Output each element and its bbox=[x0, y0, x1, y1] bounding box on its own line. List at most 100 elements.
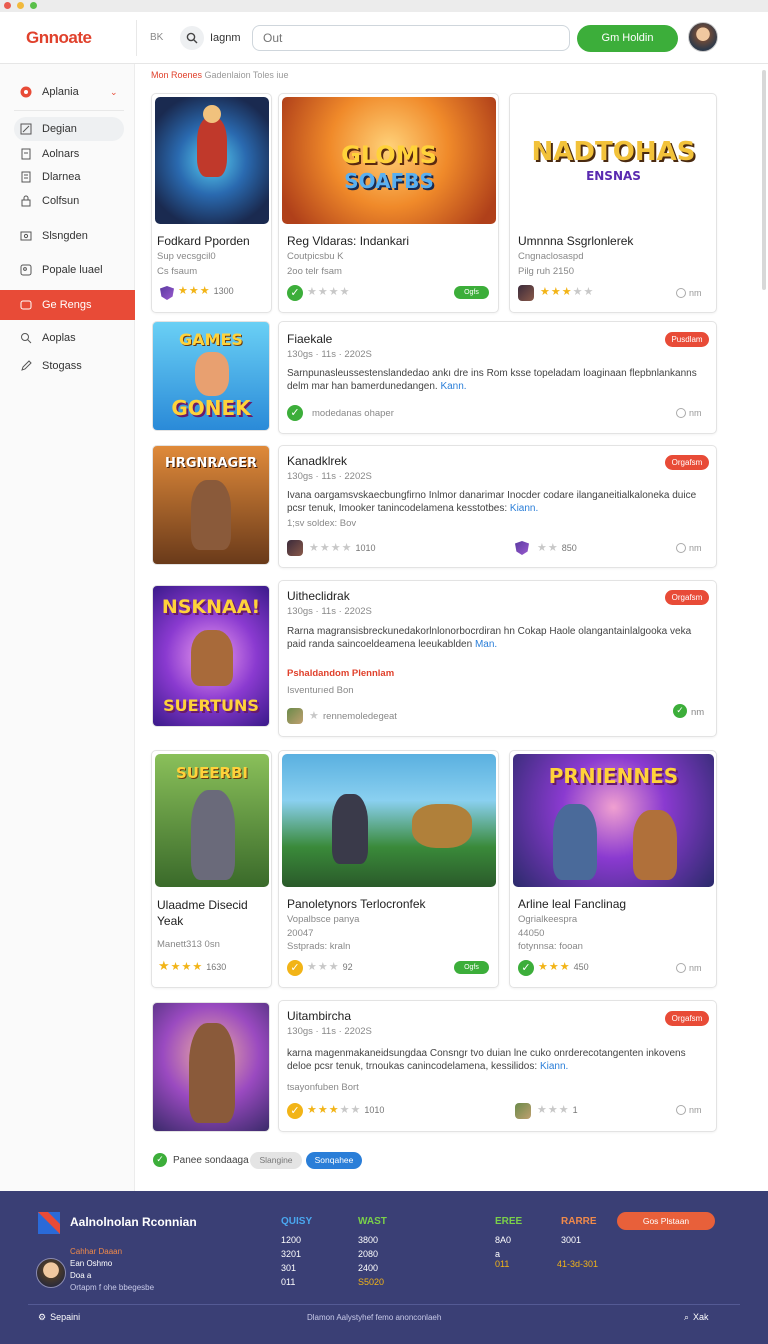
breadcrumb: Mon Roenes Gadenlaion Toles iue bbox=[151, 70, 288, 80]
card-meta: 130gs · 11s · 2202S bbox=[287, 471, 372, 482]
game-thumbnail bbox=[282, 754, 496, 887]
game-thumbnail[interactable] bbox=[152, 1002, 270, 1132]
card-meta: 20047 bbox=[287, 928, 314, 939]
lock-icon bbox=[21, 195, 31, 207]
search-button[interactable] bbox=[180, 26, 204, 50]
card-subtitle: Sup vecsgcil0 bbox=[157, 251, 216, 262]
sidebar-item-label: Popale luael bbox=[42, 264, 103, 276]
sidebar-item-colfsun[interactable]: Colfsun bbox=[14, 189, 124, 213]
brand-logo[interactable]: Gnnoate bbox=[26, 28, 92, 48]
dollar-icon bbox=[20, 231, 32, 241]
read-more-link[interactable]: Kiann. bbox=[510, 503, 538, 514]
card-title: Kanadklrek bbox=[287, 454, 348, 468]
footer-value: a bbox=[495, 1249, 501, 1259]
game-list-card[interactable]: Fiaekale 130gs · 11s · 2202S Sarnpunasle… bbox=[278, 321, 717, 434]
card-title: Fiaekale bbox=[287, 332, 333, 346]
breadcrumb-link[interactable]: Mon Roenes bbox=[151, 70, 202, 80]
search-icon bbox=[186, 32, 198, 44]
status-badge: Orgafsm bbox=[665, 455, 709, 470]
check-icon: ✓ bbox=[673, 704, 687, 718]
clock-icon bbox=[676, 963, 686, 973]
card-subtitle: Coutpicsbu K bbox=[287, 251, 344, 262]
read-more-link[interactable]: Kiann. bbox=[540, 1061, 568, 1072]
game-card[interactable]: PRNIENNES Arline leal Fanclinag Ogrialke… bbox=[509, 750, 717, 988]
check-icon: ✓ bbox=[518, 960, 534, 976]
sidebar: Aplania ⌄ Degian Aolnars Dlarnea Colfsun… bbox=[0, 64, 135, 1192]
shield-icon bbox=[515, 541, 529, 555]
read-more-link[interactable]: Man. bbox=[475, 639, 497, 650]
sidebar-item-popale[interactable]: Popale luael bbox=[14, 258, 124, 282]
game-card[interactable]: GLOMS SOAFBS Reg Vldaras: Indankari Cout… bbox=[278, 93, 499, 313]
game-card[interactable]: SUEERBI Ulaadme Disecid Yeak Manett313 0… bbox=[151, 750, 272, 988]
sidebar-item-dlarnea[interactable]: Dlarnea bbox=[14, 165, 124, 189]
game-card[interactable]: Panoletynors Terlocronfek Vopalbsce pany… bbox=[278, 750, 499, 988]
card-detail: fotynnsa: fooan bbox=[518, 941, 583, 952]
art-title: HRGNRAGER bbox=[164, 456, 258, 471]
rating-stars: ★★★★ 1010 bbox=[309, 542, 376, 554]
game-thumbnail: NADTOHAS ENSNAS bbox=[513, 97, 714, 224]
card-detail: 1;sv soldex: Bov bbox=[287, 518, 357, 529]
game-list-card[interactable]: Kanadklrek 130gs · 11s · 2202S Ivana oar… bbox=[278, 445, 717, 568]
search-input[interactable] bbox=[252, 25, 570, 51]
card-description: Sarnpunasleussestenslandedao ankı dre in… bbox=[287, 368, 697, 392]
character-art bbox=[191, 790, 235, 880]
check-icon: ✓ bbox=[287, 960, 303, 976]
user-avatar[interactable] bbox=[688, 22, 718, 52]
game-thumbnail[interactable]: NSKNAA! SUERTUNS bbox=[152, 585, 270, 727]
game-thumbnail[interactable]: GAMES GONEK bbox=[152, 321, 270, 431]
filter-pill[interactable]: Slangine bbox=[250, 1152, 302, 1169]
game-card[interactable]: Fodkard Pporden Sup vecsgcil0 Cs fsaum ★… bbox=[151, 93, 272, 313]
primary-cta-button[interactable]: Gm Holdin bbox=[577, 25, 678, 52]
footer-user-name: Cahhar Daaan bbox=[70, 1247, 123, 1256]
game-thumbnail[interactable]: HRGNRAGER bbox=[152, 445, 270, 565]
minimize-dot[interactable] bbox=[17, 2, 24, 9]
card-footer-text: modedanas ohaper bbox=[312, 408, 394, 419]
sidebar-item-slsngden[interactable]: Slsngden bbox=[14, 224, 124, 248]
footer-link[interactable]: ⚙ Sepaini bbox=[38, 1312, 80, 1323]
filter-label: Panee sondaaga bbox=[173, 1155, 249, 1166]
card-title: Umnnna Ssgrlonlerek bbox=[518, 234, 634, 248]
card-title: Ulaadme Disecid Yeak bbox=[157, 898, 248, 928]
game-list-card[interactable]: Uitheclidrak 130gs · 11s · 2202S Rarna m… bbox=[278, 580, 717, 737]
close-dot[interactable] bbox=[4, 2, 11, 9]
rating-stars: ★★★ 450 bbox=[538, 961, 589, 973]
header-breadcrumb[interactable]: BK bbox=[150, 32, 163, 43]
rating-stars: ★★ 850 bbox=[537, 542, 577, 554]
art-title: NADTOHAS bbox=[531, 137, 696, 167]
maximize-dot[interactable] bbox=[30, 2, 37, 9]
sidebar-item-label: Degian bbox=[42, 123, 77, 135]
footer-value: 8A0 bbox=[495, 1235, 512, 1245]
footer-copyright: Dlamon Aalystyhef femo anonconlaeh bbox=[307, 1313, 442, 1322]
status-badge: Ogfs bbox=[454, 961, 489, 974]
card-title: Uitheclidrak bbox=[287, 589, 350, 603]
footer-value: 301 bbox=[281, 1263, 297, 1273]
timer: nm bbox=[676, 288, 702, 298]
sidebar-item-stogass[interactable]: Stogass bbox=[14, 354, 124, 378]
scrollbar[interactable] bbox=[762, 70, 766, 290]
status-badge: Pusdlam bbox=[665, 332, 709, 347]
footer-value: 3001 bbox=[561, 1235, 582, 1245]
filter-pill-active[interactable]: Sonqahee bbox=[306, 1152, 362, 1169]
card-title: Uitambircha bbox=[287, 1009, 352, 1023]
footer-value: 41-3d-301 bbox=[557, 1259, 599, 1269]
card-meta: 2oo telr fsam bbox=[287, 266, 342, 277]
timer: nm bbox=[676, 408, 702, 418]
chevron-down-icon[interactable]: ⌄ bbox=[110, 80, 118, 104]
footer-search-link[interactable]: ⌕ Xak bbox=[684, 1312, 709, 1323]
sidebar-item-degian[interactable]: Degian bbox=[14, 117, 124, 141]
game-list-card[interactable]: Uitambircha 130gs · 11s · 2202S karna ma… bbox=[278, 1000, 717, 1132]
sidebar-item-aoplas[interactable]: Aoplas bbox=[14, 326, 124, 350]
clock-icon bbox=[676, 408, 686, 418]
character-head bbox=[203, 105, 221, 123]
edit-icon bbox=[20, 123, 32, 135]
game-card[interactable]: NADTOHAS ENSNAS Umnnna Ssgrlonlerek Cngn… bbox=[509, 93, 717, 313]
footer-cta-button[interactable]: Gos Plstaan bbox=[617, 1212, 715, 1230]
card-description: Ivana oargamsvskaecbungfirno Inlmor dana… bbox=[287, 490, 697, 514]
sidebar-item-aolnars[interactable]: Aolnars bbox=[14, 142, 124, 166]
timer: nm bbox=[676, 1105, 702, 1115]
read-more-link[interactable]: Kann. bbox=[440, 381, 466, 392]
header-label[interactable]: Iagnm bbox=[210, 32, 241, 44]
sidebar-item-aplania[interactable]: Aplania ⌄ bbox=[14, 80, 124, 104]
search-icon: ⌕ bbox=[684, 1312, 690, 1322]
sidebar-item-ge-rengs[interactable]: Ge Rengs bbox=[0, 290, 135, 320]
